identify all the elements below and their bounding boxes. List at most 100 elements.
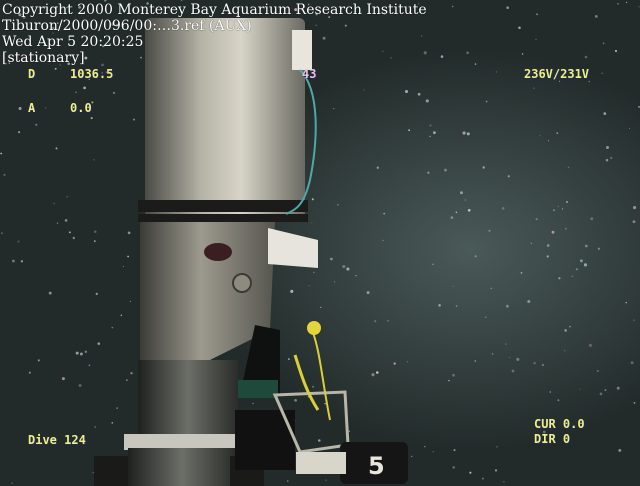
snow-particle (288, 358, 290, 360)
camera-housing (138, 18, 318, 360)
snow-particle (101, 63, 104, 67)
snow-particle (429, 124, 432, 127)
snow-particle (564, 329, 567, 332)
snow-particle (464, 199, 467, 201)
altitude-value: 0.0 (70, 101, 92, 115)
snow-particle (614, 49, 618, 53)
snow-particle (462, 131, 466, 135)
snow-particle (625, 301, 627, 304)
snow-particle (75, 91, 77, 94)
snow-particle (88, 364, 91, 367)
snow-particle (584, 244, 588, 248)
snow-particle (569, 325, 571, 328)
snow-particle (452, 285, 454, 287)
snow-particle (252, 402, 254, 405)
snow-particle (64, 219, 68, 222)
snow-particle (535, 38, 537, 40)
snow-particle (122, 265, 124, 268)
snow-particle (496, 446, 498, 448)
snow-particle (113, 92, 115, 94)
snow-particle (382, 239, 384, 242)
snow-particle (455, 305, 458, 307)
snow-particle (94, 426, 96, 428)
snow-particle (363, 89, 365, 91)
snow-particle (453, 449, 456, 452)
snow-particle (539, 135, 541, 137)
snow-particle (535, 218, 538, 221)
snow-particle (61, 377, 65, 381)
snow-particle (366, 291, 370, 295)
snow-particle (558, 277, 561, 280)
depth-value: 1036.5 (70, 67, 114, 81)
snow-particle (20, 260, 24, 263)
snow-particle (590, 217, 594, 221)
snow-particle (541, 363, 545, 367)
snow-particle (68, 231, 71, 234)
snow-particle (324, 403, 326, 405)
snow-particle (444, 168, 447, 172)
snow-particle (504, 343, 507, 345)
snow-particle (72, 236, 76, 240)
snow-particle (588, 343, 592, 347)
snow-particle (79, 352, 83, 356)
snow-particle (604, 389, 607, 392)
snow-particle (408, 129, 410, 132)
snow-particle (330, 257, 333, 261)
snow-particle (583, 263, 588, 267)
snow-particle (120, 314, 123, 317)
snow-particle (466, 132, 470, 136)
snow-particle (11, 482, 13, 484)
snow-particle (311, 198, 314, 201)
snow-particle (438, 304, 441, 307)
snow-particle (424, 445, 426, 448)
copyright-line: Copyright 2000 Monterey Bay Aquarium Res… (2, 2, 427, 18)
snow-particle (551, 230, 555, 234)
underwater-camera-view: Copyright 2000 Monterey Bay Aquarium Res… (0, 0, 640, 486)
snow-particle (406, 361, 409, 363)
snow-particle (3, 173, 6, 177)
snow-particle (584, 55, 588, 59)
snow-particle (116, 407, 119, 409)
snow-particle (35, 123, 38, 126)
sample-bottle (296, 442, 408, 484)
snow-particle (527, 299, 531, 304)
snow-particle (469, 471, 472, 474)
snow-particle (333, 107, 335, 110)
snow-particle (53, 202, 55, 204)
snow-particle (11, 259, 15, 263)
snow-particle (597, 247, 601, 250)
snow-particle (633, 206, 637, 210)
snow-particle (315, 24, 318, 27)
snow-particle (383, 212, 386, 215)
snow-particle (491, 353, 494, 355)
snow-particle (482, 166, 485, 169)
snow-particle (605, 158, 609, 162)
snow-particle (387, 320, 389, 322)
snow-particle (594, 14, 598, 18)
snow-particle (17, 240, 20, 243)
snow-particle (533, 87, 535, 89)
snow-particle (78, 384, 82, 387)
snow-particle (495, 71, 498, 73)
snow-particle (448, 379, 450, 382)
bottle-number-label: 5 (368, 452, 385, 480)
snow-particle (54, 67, 57, 70)
snow-particle (518, 26, 521, 30)
snow-particle (508, 356, 510, 359)
snow-particle (557, 399, 560, 402)
snow-particle (28, 371, 31, 374)
snow-particle (66, 196, 68, 198)
snow-particle (322, 36, 326, 40)
snow-particle (425, 99, 429, 103)
snow-particle (111, 421, 114, 424)
snow-particle (429, 135, 431, 138)
snow-particle (506, 6, 510, 10)
snow-particle (333, 281, 336, 283)
snow-particle (440, 55, 444, 58)
depth-label: D (28, 67, 36, 81)
snow-particle (325, 479, 327, 481)
snow-particle (596, 369, 599, 372)
snow-particle (294, 398, 297, 402)
snow-particle (55, 147, 58, 150)
direction-readout: DIR 0 (534, 432, 571, 446)
